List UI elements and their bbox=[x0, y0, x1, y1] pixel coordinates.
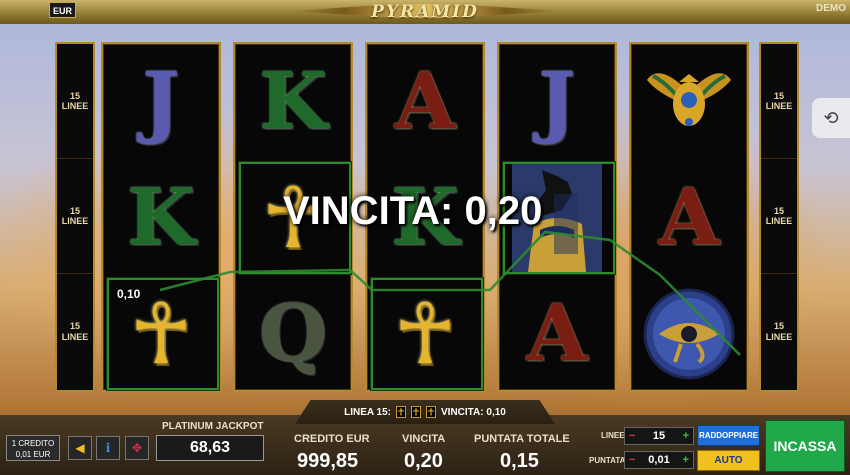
credit-value-box[interactable]: 1 CREDITO 0,01 EUR bbox=[6, 435, 60, 461]
credit-value: 999,85 bbox=[297, 450, 359, 472]
minus-icon[interactable]: − bbox=[629, 430, 635, 442]
history-button[interactable]: ⟲ bbox=[812, 98, 850, 138]
auto-button[interactable]: AUTO bbox=[697, 450, 760, 471]
ankh-icon: ☥ bbox=[411, 406, 422, 418]
dice-icon: ✥ bbox=[131, 441, 143, 455]
line-label: LINEA 15: bbox=[344, 406, 392, 418]
win-label: VINCITA bbox=[402, 433, 446, 445]
sound-button[interactable]: ◀ bbox=[68, 436, 92, 460]
total-bet-value: 0,15 bbox=[500, 450, 539, 472]
lines-control-label: LINEE bbox=[601, 431, 625, 440]
line-win-label: VINCITA: 0,10 bbox=[441, 406, 506, 418]
ankh-icon: ☥ bbox=[426, 406, 437, 418]
ankh-icon: ☥ bbox=[396, 406, 407, 418]
symbol-win-value: 0,10 bbox=[117, 287, 141, 301]
credit-label: CREDITO EUR bbox=[294, 433, 370, 445]
lines-stepper[interactable]: − 15 + bbox=[624, 427, 694, 445]
speaker-icon: ◀ bbox=[75, 441, 85, 455]
bet-stepper[interactable]: − 0,01 + bbox=[624, 451, 694, 469]
jackpot-label: PLATINUM JACKPOT bbox=[162, 421, 264, 432]
bet-control-label: PUNTATA bbox=[589, 456, 626, 465]
total-bet-label: PUNTATA TOTALE bbox=[474, 433, 570, 445]
double-button[interactable]: RADDOPPIARE bbox=[697, 425, 760, 446]
collect-button[interactable]: INCASSA bbox=[765, 420, 845, 472]
line-win-strip: LINEA 15: ☥ ☥ ☥ VINCITA: 0,10 bbox=[295, 400, 555, 424]
win-amount-text: VINCITA: 0,20 bbox=[283, 189, 543, 233]
history-icon: ⟲ bbox=[823, 107, 839, 128]
win-value: 0,20 bbox=[404, 450, 443, 472]
plus-icon[interactable]: + bbox=[683, 430, 689, 442]
minus-icon[interactable]: − bbox=[629, 454, 635, 466]
info-button[interactable]: i bbox=[96, 436, 120, 460]
plus-icon[interactable]: + bbox=[683, 454, 689, 466]
info-icon: i bbox=[105, 441, 111, 455]
jackpot-value: 68,63 bbox=[156, 435, 264, 461]
settings-button[interactable]: ✥ bbox=[125, 436, 149, 460]
